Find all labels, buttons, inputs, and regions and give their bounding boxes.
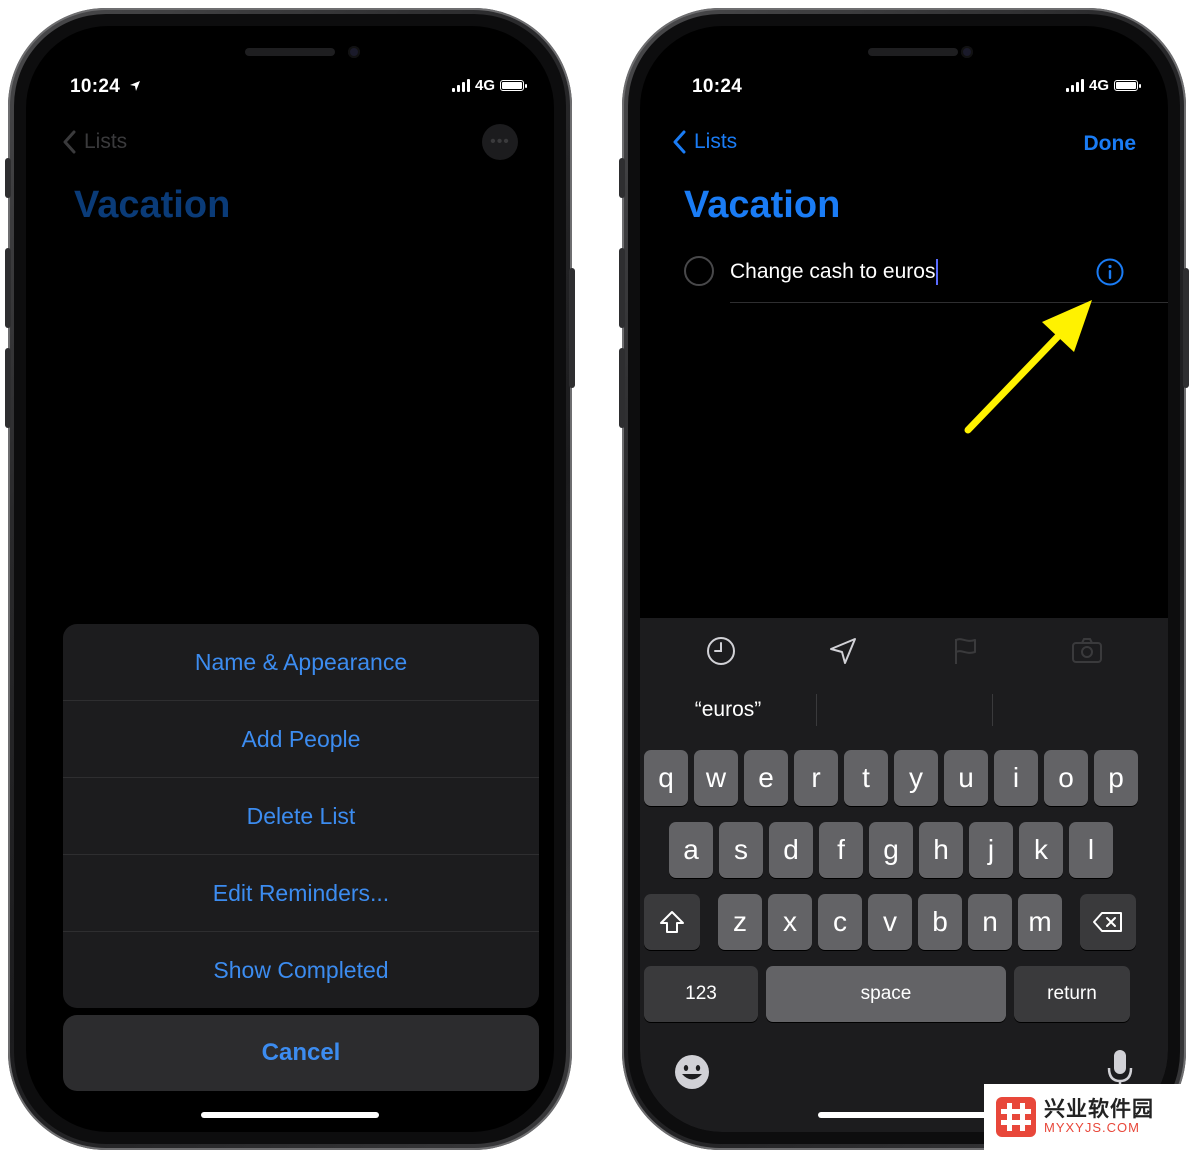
clock-icon[interactable] [704,634,738,668]
edit-reminders-button[interactable]: Edit Reminders... [63,855,539,932]
left-phone-frame: 10:24 4G Lists ••• Vacation Name & Appea… [5,8,575,1150]
suggestion[interactable] [992,684,1168,736]
key-x[interactable]: x [768,894,812,950]
key-h[interactable]: h [919,822,963,878]
emoji-icon[interactable] [672,1052,712,1092]
autocorrect-bar: “euros” [640,684,1168,736]
key-v[interactable]: v [868,894,912,950]
signal-icon [451,79,470,92]
add-people-button[interactable]: Add People [63,701,539,778]
key-p[interactable]: p [1094,750,1138,806]
network-label: 4G [474,77,495,94]
status-indicators: 4G [1065,77,1141,94]
key-l[interactable]: l [1069,822,1113,878]
suggestion[interactable]: “euros” [640,684,816,736]
key-k[interactable]: k [1019,822,1063,878]
list-title: Vacation [684,184,841,226]
key-z[interactable]: z [718,894,762,950]
key-r[interactable]: r [794,750,838,806]
key-g[interactable]: g [869,822,913,878]
status-time: 10:24 [70,76,141,98]
key-u[interactable]: u [944,750,988,806]
backspace-key[interactable] [1080,894,1136,950]
right-screen: 10:24 4G Lists Done Vacation Change cash… [640,26,1168,1132]
location-icon[interactable] [826,634,860,668]
key-o[interactable]: o [1044,750,1088,806]
chevron-left-icon [673,130,686,154]
keyboard-row-2: a s d f g h j k l [669,822,1113,878]
more-button[interactable]: ••• [482,124,518,160]
right-phone-frame: 10:24 4G Lists Done Vacation Change cash… [619,8,1189,1150]
keyboard-row-1: q w e r t y u i o p [644,750,1138,806]
shift-key[interactable] [644,894,700,950]
network-label: 4G [1088,77,1109,94]
keyboard: “euros” q w e r t y u i o p a s d f g h … [640,618,1168,1132]
chevron-left-icon [63,130,76,154]
key-s[interactable]: s [719,822,763,878]
text-cursor [936,259,939,285]
key-c[interactable]: c [818,894,862,950]
location-arrow-icon [129,81,140,91]
suggestion[interactable] [816,684,992,736]
status-indicators: 4G [451,77,527,94]
back-label: Lists [84,130,128,153]
keyboard-row-4: 123 space return [644,966,1130,1022]
numbers-key[interactable]: 123 [644,966,758,1022]
show-completed-button[interactable]: Show Completed [63,932,539,1008]
back-label: Lists [694,130,738,153]
key-q[interactable]: q [644,750,688,806]
shift-icon [660,911,684,933]
status-time: 10:24 [692,76,743,97]
keyboard-row-3: z x c v b n m [644,894,1136,950]
key-f[interactable]: f [819,822,863,878]
watermark: 兴业软件园 MYXYJS.COM [984,1084,1192,1150]
key-n[interactable]: n [968,894,1012,950]
more-icon: ••• [490,133,510,150]
key-y[interactable]: y [894,750,938,806]
list-title: Vacation [74,184,231,226]
watermark-title: 兴业软件园 [1044,1098,1154,1122]
back-button[interactable]: Lists [672,130,737,154]
key-w[interactable]: w [694,750,738,806]
signal-icon [1065,79,1084,92]
backspace-icon [1093,912,1122,932]
name-appearance-button[interactable]: Name & Appearance [63,624,539,701]
cancel-button[interactable]: Cancel [63,1015,539,1091]
info-icon[interactable] [1096,258,1124,286]
home-indicator[interactable] [818,1112,996,1118]
home-indicator[interactable] [201,1112,379,1118]
space-key[interactable]: space [766,966,1006,1022]
reminder-checkbox[interactable] [684,256,714,286]
battery-icon [500,80,527,91]
delete-list-button[interactable]: Delete List [63,778,539,855]
annotation-arrow-icon [964,300,1092,434]
watermark-url: MYXYJS.COM [1044,1120,1140,1136]
flag-icon [955,638,976,664]
key-m[interactable]: m [1018,894,1062,950]
key-b[interactable]: b [918,894,962,950]
camera-icon [1072,638,1102,663]
key-d[interactable]: d [769,822,813,878]
reminder-text-field[interactable]: Change cash to euros [730,259,939,285]
action-sheet: Name & Appearance Add People Delete List… [63,624,539,1008]
key-a[interactable]: a [669,822,713,878]
battery-icon [1114,80,1141,91]
watermark-logo-icon [996,1097,1036,1137]
key-i[interactable]: i [994,750,1038,806]
back-button[interactable]: Lists [62,130,127,154]
key-j[interactable]: j [969,822,1013,878]
return-key[interactable]: return [1014,966,1130,1022]
key-t[interactable]: t [844,750,888,806]
done-button[interactable]: Done [1084,132,1137,156]
left-screen: 10:24 4G Lists ••• Vacation Name & Appea… [26,26,554,1132]
reminder-text: Change cash to euros [730,260,936,283]
reminder-toolbar [640,618,1168,684]
key-e[interactable]: e [744,750,788,806]
